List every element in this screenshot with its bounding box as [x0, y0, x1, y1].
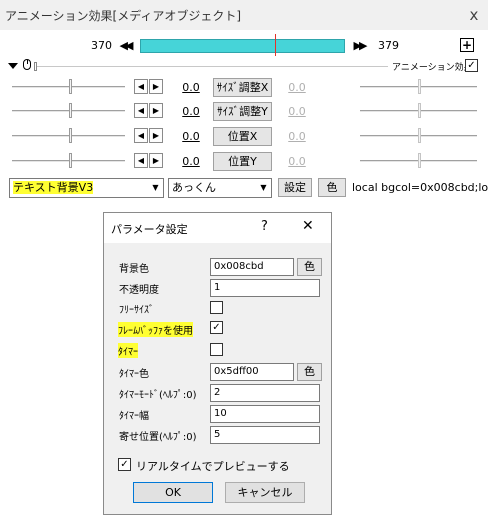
- param-slider-thumb[interactable]: [69, 103, 72, 118]
- timercolor-label: ﾀｲﾏｰ色: [119, 369, 149, 380]
- decrement-button[interactable]: ◀: [134, 128, 148, 143]
- timer-checkbox[interactable]: [210, 343, 223, 356]
- bgcolor-button[interactable]: 色: [297, 258, 322, 276]
- param-right-value[interactable]: 0.0: [287, 105, 307, 118]
- position-x-button[interactable]: 位置X: [213, 127, 272, 146]
- anim-effect-checkbox[interactable]: ✓: [465, 59, 478, 72]
- increment-button[interactable]: ▶: [149, 153, 163, 168]
- script-text: local bgcol=0x008cbd;local: [352, 181, 488, 194]
- toggle-track: [36, 66, 388, 67]
- timermode-input[interactable]: 2: [210, 384, 320, 402]
- size-adjust-y-button[interactable]: ｻｲｽﾞ調整Y: [213, 102, 272, 121]
- param-value[interactable]: 0.0: [181, 130, 201, 143]
- framebuffer-label: ﾌﾚｰﾑﾊﾞｯﾌｧを使用: [118, 322, 193, 337]
- param-right-value[interactable]: 0.0: [287, 130, 307, 143]
- timercolor-input[interactable]: 0x5dff00: [210, 363, 294, 381]
- param-value[interactable]: 0.0: [181, 105, 201, 118]
- close-icon[interactable]: ✕: [302, 218, 314, 234]
- param-right-slider-thumb[interactable]: [418, 128, 421, 143]
- effect-select-value: テキスト背景V3: [13, 181, 94, 194]
- align-input[interactable]: 5: [210, 426, 320, 444]
- param-value[interactable]: 0.0: [181, 155, 201, 168]
- timeline-cursor[interactable]: [275, 34, 276, 56]
- cancel-button[interactable]: キャンセル: [225, 482, 305, 503]
- timerwidth-label: ﾀｲﾏｰ幅: [119, 411, 149, 422]
- position-y-button[interactable]: 位置Y: [213, 152, 272, 171]
- mouse-icon[interactable]: [23, 59, 31, 70]
- bgcolor-label: 背景色: [119, 264, 149, 275]
- bgcolor-input[interactable]: 0x008cbd: [210, 258, 294, 276]
- end-frame: 379: [378, 39, 399, 52]
- color-button[interactable]: 色: [318, 178, 346, 197]
- timerwidth-input[interactable]: 10: [210, 405, 320, 423]
- framebuffer-checkbox[interactable]: ✓: [210, 321, 223, 334]
- increment-button[interactable]: ▶: [149, 79, 163, 94]
- close-icon[interactable]: x: [464, 5, 484, 25]
- realtime-preview-checkbox[interactable]: ✓: [118, 458, 131, 471]
- effect-select[interactable]: テキスト背景V3 ▼: [9, 178, 164, 198]
- author-select-value: あっくん: [172, 181, 216, 194]
- opacity-label: 不透明度: [119, 285, 159, 296]
- window-title: アニメーション効果[メディアオブジェクト]: [5, 9, 242, 23]
- help-icon[interactable]: ?: [261, 219, 268, 234]
- anim-effect-label: アニメーション効果: [392, 63, 473, 73]
- param-slider-thumb[interactable]: [69, 79, 72, 94]
- collapse-triangle-icon[interactable]: [8, 63, 18, 69]
- decrement-button[interactable]: ◀: [134, 153, 148, 168]
- decrement-button[interactable]: ◀: [134, 79, 148, 94]
- ok-button[interactable]: OK: [133, 482, 213, 503]
- add-button[interactable]: +: [460, 38, 474, 52]
- decrement-button[interactable]: ◀: [134, 103, 148, 118]
- chevron-down-icon[interactable]: ▼: [256, 179, 271, 197]
- size-adjust-x-button[interactable]: ｻｲｽﾞ調整X: [213, 78, 272, 97]
- param-right-value[interactable]: 0.0: [287, 81, 307, 94]
- param-right-slider-thumb[interactable]: [418, 103, 421, 118]
- param-right-slider-thumb[interactable]: [418, 79, 421, 94]
- start-frame: 370: [91, 39, 112, 52]
- dialog-title: パラメータ設定: [111, 223, 188, 236]
- increment-button[interactable]: ▶: [149, 103, 163, 118]
- freesize-label: ﾌﾘｰｻｲｽﾞ: [119, 305, 154, 316]
- timercolor-button[interactable]: 色: [297, 363, 322, 381]
- author-select[interactable]: あっくん ▼: [168, 178, 272, 198]
- param-slider-thumb[interactable]: [69, 153, 72, 168]
- timeline-track[interactable]: [140, 39, 345, 53]
- settings-button[interactable]: 設定: [278, 178, 312, 197]
- timermode-label: ﾀｲﾏｰﾓｰﾄﾞ(ﾍﾙﾌﾟ:0): [119, 390, 197, 401]
- opacity-input[interactable]: 1: [210, 279, 320, 297]
- param-value[interactable]: 0.0: [181, 81, 201, 94]
- param-right-value[interactable]: 0.0: [287, 155, 307, 168]
- prev-frame-button[interactable]: ◀◀: [116, 38, 134, 54]
- param-right-slider-thumb[interactable]: [418, 153, 421, 168]
- increment-button[interactable]: ▶: [149, 128, 163, 143]
- realtime-preview-label: リアルタイムでプレビューする: [136, 460, 290, 473]
- align-label: 寄せ位置(ﾍﾙﾌﾟ:0): [119, 432, 197, 443]
- toggle-thumb[interactable]: [34, 62, 37, 71]
- freesize-checkbox[interactable]: [210, 301, 223, 314]
- next-frame-button[interactable]: ▶▶: [350, 38, 368, 54]
- timer-label: ﾀｲﾏｰ: [118, 343, 138, 358]
- chevron-down-icon[interactable]: ▼: [148, 179, 163, 197]
- parameter-dialog: パラメータ設定 ? ✕ 背景色 0x008cbd 色 不透明度 1 ﾌﾘｰｻｲｽ…: [103, 212, 332, 515]
- param-slider-thumb[interactable]: [69, 128, 72, 143]
